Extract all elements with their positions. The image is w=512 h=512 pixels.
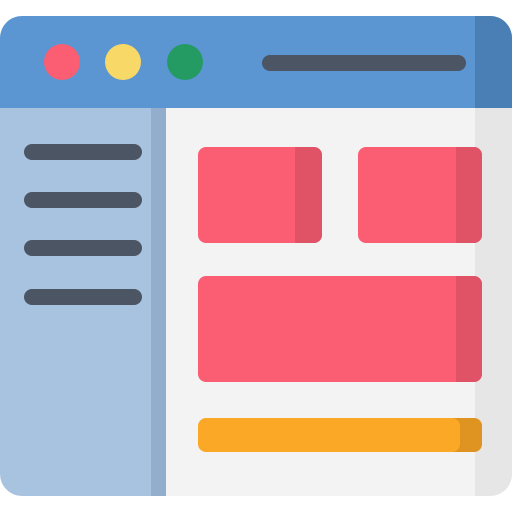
maximize-dot-icon [167, 44, 203, 80]
content-block-small-right [358, 147, 482, 243]
address-bar-line [262, 55, 466, 71]
content-block-wide [198, 276, 482, 382]
content-block-small-left [198, 147, 322, 243]
sidebar-menu-line [24, 240, 142, 256]
window-sidebar-shade [151, 108, 166, 496]
sidebar-menu-line [24, 289, 142, 305]
close-dot-icon [44, 44, 80, 80]
sidebar-menu-line [24, 144, 142, 160]
browser-window-layout-icon [0, 16, 512, 496]
content-orange-bar [198, 418, 482, 452]
minimize-dot-icon [105, 44, 141, 80]
sidebar-menu-line [24, 192, 142, 208]
browser-window-icon [0, 0, 512, 512]
window-titlebar-shade [475, 16, 512, 108]
